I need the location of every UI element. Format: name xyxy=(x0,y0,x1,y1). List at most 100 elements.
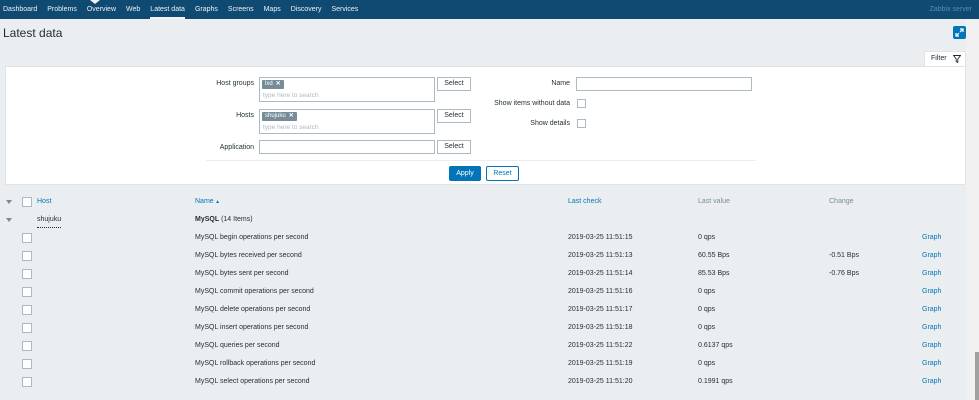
item-name: MySQL bytes received per second xyxy=(195,252,302,259)
graph-link[interactable]: Graph xyxy=(922,373,941,391)
item-last-value: 85.53 Bps xyxy=(698,270,730,277)
top-navigation: Dashboard Problems Overview Web Latest d… xyxy=(0,0,979,19)
graph-link[interactable]: Graph xyxy=(922,247,941,265)
item-last-value: 60.55 Bps xyxy=(698,252,730,259)
row-checkbox[interactable] xyxy=(22,341,32,351)
name-input[interactable] xyxy=(576,77,752,91)
graph-link[interactable]: Graph xyxy=(922,229,941,247)
graph-link[interactable]: Graph xyxy=(922,283,941,301)
item-last-value: 0 qps xyxy=(698,306,716,313)
item-change: -0.51 Bps xyxy=(829,252,859,259)
hosts-select-button[interactable]: Select xyxy=(437,109,471,123)
item-change: -0.76 Bps xyxy=(829,270,859,277)
show-items-without-data-checkbox[interactable] xyxy=(577,99,586,108)
graph-link[interactable]: Graph xyxy=(922,301,941,319)
nav-item-graphs[interactable]: Graphs xyxy=(195,0,218,19)
host-name[interactable]: shujuku xyxy=(37,213,62,228)
collapse-all-icon[interactable] xyxy=(6,200,12,204)
item-last-value: 0.1991 qps xyxy=(698,378,733,385)
filter-divider xyxy=(206,160,756,161)
nav-item-maps[interactable]: Maps xyxy=(264,0,281,19)
select-all-checkbox[interactable] xyxy=(22,197,32,207)
host-groups-multiselect[interactable]: lxd ✕ type here to search xyxy=(259,77,435,102)
graph-link[interactable]: Graph xyxy=(922,319,941,337)
row-checkbox[interactable] xyxy=(22,305,32,315)
item-name: MySQL queries per second xyxy=(195,342,280,349)
nav-item-web[interactable]: Web xyxy=(126,0,140,19)
host-groups-select-button[interactable]: Select xyxy=(437,77,471,91)
last-check-column-header[interactable]: Last check xyxy=(568,193,601,211)
nav-item-screens[interactable]: Screens xyxy=(228,0,254,19)
row-checkbox[interactable] xyxy=(22,323,32,333)
row-checkbox[interactable] xyxy=(22,251,32,261)
item-name: MySQL select operations per second xyxy=(195,378,310,385)
nav-item-discovery[interactable]: Discovery xyxy=(291,0,322,19)
fullscreen-icon xyxy=(955,28,964,37)
reset-button[interactable]: Reset xyxy=(486,166,519,181)
fullscreen-button[interactable] xyxy=(953,26,966,39)
item-last-check: 2019-03-25 11:51:15 xyxy=(568,234,633,241)
hosts-search-placeholder[interactable]: type here to search xyxy=(263,124,319,131)
host-group-chip[interactable]: lxd ✕ xyxy=(262,80,284,89)
item-last-check: 2019-03-25 11:51:20 xyxy=(568,378,633,385)
filter-tab[interactable]: Filter xyxy=(924,51,966,66)
host-groups-search-placeholder[interactable]: type here to search xyxy=(263,92,319,99)
change-column-header: Change xyxy=(829,198,854,205)
table-row: MySQL queries per second 2019-03-25 11:51… xyxy=(0,337,966,355)
item-last-value: 0.6137 qps xyxy=(698,342,733,349)
graph-link[interactable]: Graph xyxy=(922,337,941,355)
remove-chip-icon[interactable]: ✕ xyxy=(289,113,294,119)
item-last-check: 2019-03-25 11:51:14 xyxy=(568,270,633,277)
name-label: Name xyxy=(551,80,570,87)
page-scrollbar[interactable] xyxy=(966,19,979,400)
table-row: MySQL rollback operations per second 2019… xyxy=(0,355,966,373)
table-row: MySQL commit operations per second 2019-0… xyxy=(0,283,966,301)
application-input[interactable] xyxy=(259,140,435,154)
graph-link[interactable]: Graph xyxy=(922,265,941,283)
show-details-checkbox[interactable] xyxy=(577,119,586,128)
hosts-label: Hosts xyxy=(236,112,254,119)
item-name: MySQL delete operations per second xyxy=(195,306,311,313)
item-last-value: 0 qps xyxy=(698,360,716,367)
host-groups-label: Host groups xyxy=(216,80,254,87)
filter-icon xyxy=(953,55,961,63)
table-row: MySQL bytes sent per second 2019-03-25 11… xyxy=(0,265,966,283)
application-label: Application xyxy=(219,144,254,151)
nav-item-problems[interactable]: Problems xyxy=(47,0,77,19)
application-select-button[interactable]: Select xyxy=(437,140,471,154)
table-row: MySQL bytes received per second 2019-03-2… xyxy=(0,247,966,265)
table-row: MySQL select operations per second 2019-0… xyxy=(0,373,966,391)
nav-item-latest-data[interactable]: Latest data xyxy=(150,0,185,19)
name-column-header[interactable]: Name xyxy=(195,193,220,211)
item-name: MySQL rollback operations per second xyxy=(195,360,316,367)
collapse-group-icon[interactable] xyxy=(6,218,12,222)
nav-item-overview[interactable]: Overview xyxy=(87,0,116,19)
item-last-check: 2019-03-25 11:51:16 xyxy=(568,288,633,295)
remove-chip-icon[interactable]: ✕ xyxy=(276,81,281,87)
nav-item-dashboard[interactable]: Dashboard xyxy=(3,0,37,19)
application-group: MySQL (14 Items) xyxy=(195,216,253,223)
row-checkbox[interactable] xyxy=(22,287,32,297)
item-last-value: 0 qps xyxy=(698,324,716,331)
host-column-header[interactable]: Host xyxy=(37,193,51,211)
item-name: MySQL bytes sent per second xyxy=(195,270,289,277)
nav-item-services[interactable]: Services xyxy=(331,0,358,19)
filter-tab-label: Filter xyxy=(931,55,947,62)
item-last-check: 2019-03-25 11:51:13 xyxy=(568,252,633,259)
show-items-without-data-label: Show items without data xyxy=(494,100,570,107)
host-group-row: shujuku MySQL (14 Items) xyxy=(0,211,966,229)
row-checkbox[interactable] xyxy=(22,233,32,243)
row-checkbox[interactable] xyxy=(22,269,32,279)
page-title: Latest data xyxy=(3,26,63,40)
server-name: Zabbix server xyxy=(929,6,972,13)
graph-link[interactable]: Graph xyxy=(922,355,941,373)
item-last-value: 0 qps xyxy=(698,234,716,241)
row-checkbox[interactable] xyxy=(22,359,32,369)
item-last-check: 2019-03-25 11:51:17 xyxy=(568,306,633,313)
hosts-multiselect[interactable]: shujuku ✕ type here to search xyxy=(259,109,435,134)
item-name: MySQL begin operations per second xyxy=(195,234,309,241)
row-checkbox[interactable] xyxy=(22,377,32,387)
scrollbar-thumb[interactable] xyxy=(975,352,979,400)
apply-button[interactable]: Apply xyxy=(449,166,481,181)
host-chip[interactable]: shujuku ✕ xyxy=(262,112,297,121)
